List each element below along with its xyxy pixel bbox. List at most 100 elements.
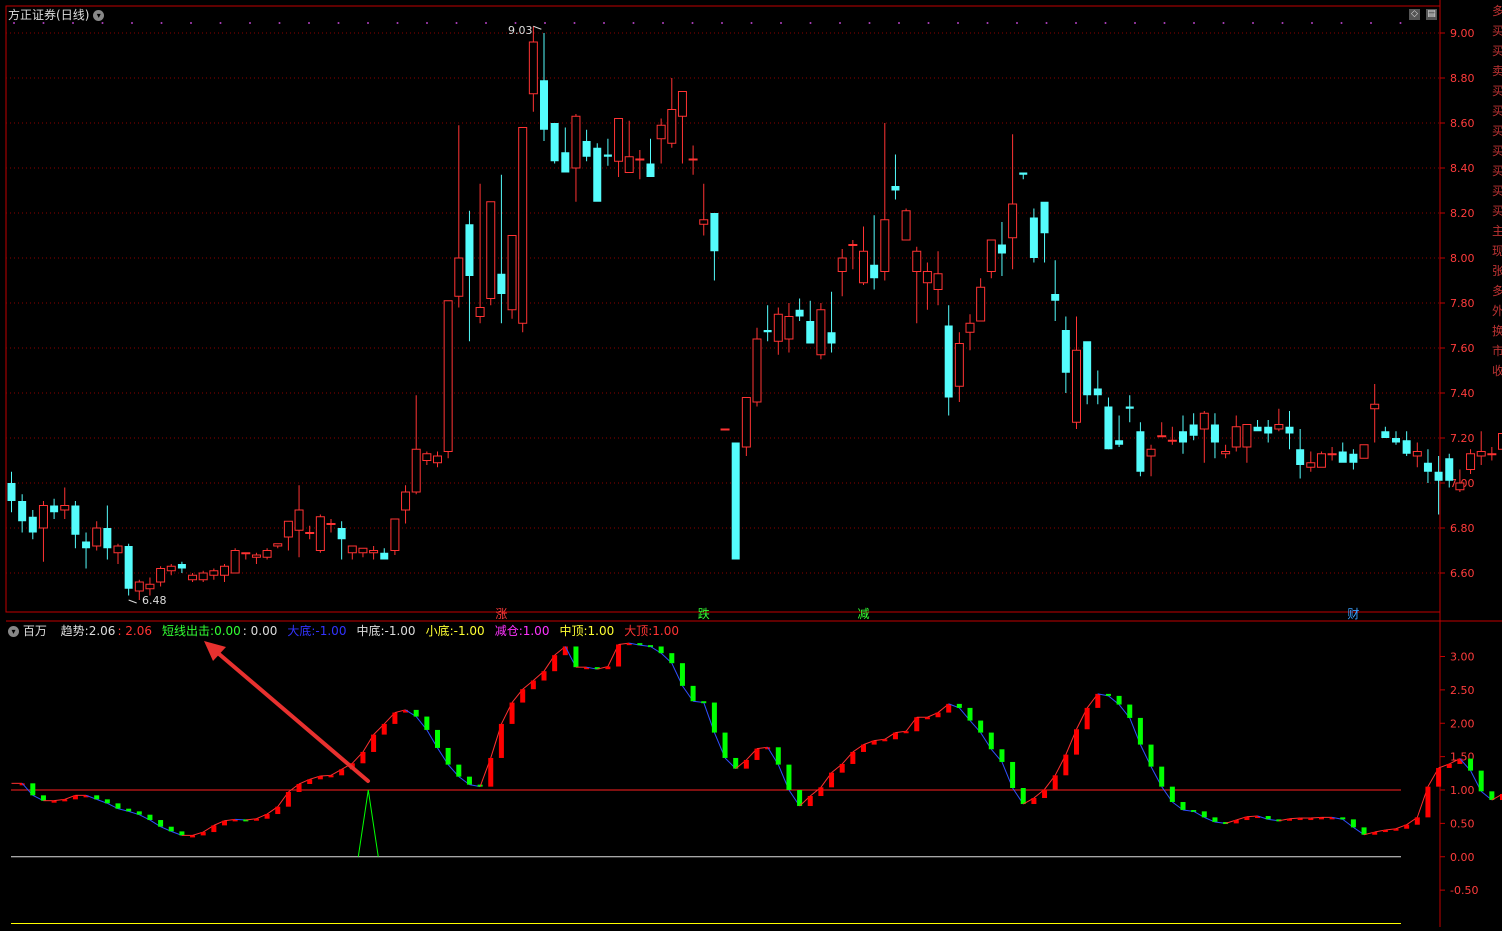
- top-marker-dot: [1282, 22, 1284, 24]
- event-tag[interactable]: 减: [858, 607, 870, 621]
- top-marker-dot: [957, 22, 959, 24]
- trend-bar: [723, 733, 728, 758]
- trend-bar: [936, 713, 941, 718]
- trend-bar: [1244, 817, 1249, 820]
- right-info-strip: 多买买卖买买买买买买买主现张多外换市收: [1492, 0, 1502, 927]
- candle-up: [636, 159, 644, 160]
- candle-down: [1019, 173, 1027, 175]
- trend-bar: [1138, 718, 1143, 745]
- indicator-name[interactable]: 百万: [23, 624, 47, 638]
- chart-canvas[interactable]: 6.606.807.007.207.407.607.808.008.208.40…: [0, 0, 1502, 927]
- candle-up: [252, 555, 260, 557]
- legend-label: 中顶:: [559, 624, 587, 638]
- indicator-tick-label: 1.00: [1450, 784, 1475, 797]
- candle-down: [497, 274, 505, 294]
- candle-down: [380, 553, 388, 560]
- trend-bar: [978, 721, 983, 733]
- top-marker-dot: [43, 22, 45, 24]
- panel-toggle-icon[interactable]: ▤: [1426, 9, 1437, 20]
- legend-item: : 2.06: [117, 624, 152, 638]
- trend-bar: [1085, 708, 1090, 729]
- trend-bar: [1031, 798, 1036, 804]
- trend-bar: [137, 811, 142, 814]
- top-marker-dot: [839, 22, 841, 24]
- trend-bar: [1266, 816, 1271, 819]
- trend-bar: [520, 689, 525, 702]
- price-tick-label: 7.80: [1450, 297, 1475, 310]
- trend-bar: [73, 795, 78, 799]
- trend-bar: [371, 735, 376, 752]
- candle-down: [1403, 440, 1411, 454]
- trend-bar: [1106, 694, 1111, 696]
- candle-up: [391, 519, 399, 551]
- trend-bar: [1425, 787, 1430, 818]
- candle-up: [370, 551, 378, 553]
- event-tag[interactable]: 财: [1347, 607, 1359, 621]
- stock-name[interactable]: 方正证券: [8, 8, 56, 22]
- top-marker-dot: [1341, 22, 1343, 24]
- top-marker-dot: [13, 22, 15, 24]
- candle-down: [1435, 472, 1443, 481]
- candle-down: [1179, 431, 1187, 442]
- trend-bar: [904, 731, 909, 733]
- candle-up: [508, 236, 516, 310]
- right-strip-char: 现: [1492, 244, 1502, 258]
- candle-down: [338, 528, 346, 539]
- candle-up: [1073, 350, 1081, 422]
- chevron-down-icon[interactable]: ▾: [93, 10, 104, 21]
- trend-bar: [957, 704, 962, 708]
- candle-up: [157, 569, 165, 583]
- candle-up: [625, 157, 633, 173]
- candle-down: [29, 517, 37, 533]
- top-marker-dot: [780, 22, 782, 24]
- legend-item: 中顶:1.00: [559, 624, 614, 638]
- candle-up: [838, 258, 846, 272]
- diamond-icon[interactable]: ◇: [1409, 9, 1420, 20]
- candle-up: [284, 521, 292, 537]
- legend-item: 大顶:1.00: [624, 624, 679, 638]
- trend-bar: [297, 784, 302, 792]
- trend-bar: [488, 758, 493, 787]
- candle-up: [1200, 413, 1208, 429]
- top-marker-dot: [456, 22, 458, 24]
- candle-up: [923, 272, 931, 283]
- candle-up: [114, 546, 122, 553]
- chevron-down-icon[interactable]: ▾: [8, 626, 19, 637]
- trend-bar: [1042, 789, 1047, 798]
- trend-bar: [414, 710, 419, 717]
- trend-bar: [573, 646, 578, 667]
- candle-up: [167, 566, 175, 571]
- top-marker-dot: [338, 22, 340, 24]
- candle-down: [870, 265, 878, 279]
- candle-down: [796, 310, 804, 317]
- candle-up: [1467, 454, 1475, 470]
- indicator-title-bar: ▾ 百万 趋势:2.06: 2.06短线出击:0.00: 0.00大底:-1.0…: [8, 624, 679, 638]
- right-strip-char: 买: [1492, 104, 1502, 118]
- top-marker-dot: [308, 22, 310, 24]
- chart-window: 6.606.807.007.207.407.607.808.008.208.40…: [0, 0, 1502, 927]
- candle-down: [1051, 294, 1059, 301]
- candle-down: [604, 155, 612, 157]
- trend-bar: [1415, 817, 1420, 824]
- price-tick-label: 8.40: [1450, 162, 1475, 175]
- trend-bar: [829, 773, 834, 788]
- candle-up: [423, 454, 431, 461]
- trend-bar: [1095, 694, 1100, 708]
- event-tag[interactable]: 涨: [495, 607, 507, 621]
- candle-up: [817, 310, 825, 355]
- top-marker-dot: [751, 22, 753, 24]
- indicator-legend: 趋势:2.06: 2.06短线出击:0.00: 0.00大底:-1.00中底:-…: [51, 624, 679, 638]
- period-label[interactable]: (日线): [56, 8, 89, 22]
- candle-down: [1339, 452, 1347, 463]
- top-marker-dot: [1046, 22, 1048, 24]
- candle-down: [1264, 427, 1272, 434]
- legend-item: 趋势:2.06: [61, 624, 116, 638]
- trend-bar: [914, 717, 919, 731]
- price-tick-label: 6.60: [1450, 567, 1475, 580]
- candle-down: [1254, 427, 1262, 432]
- event-tag[interactable]: 跌: [698, 607, 710, 621]
- candle-up: [306, 533, 314, 534]
- candle-down: [540, 80, 548, 130]
- indicator-tick-label: 0.50: [1450, 817, 1475, 830]
- candle-up: [902, 211, 910, 240]
